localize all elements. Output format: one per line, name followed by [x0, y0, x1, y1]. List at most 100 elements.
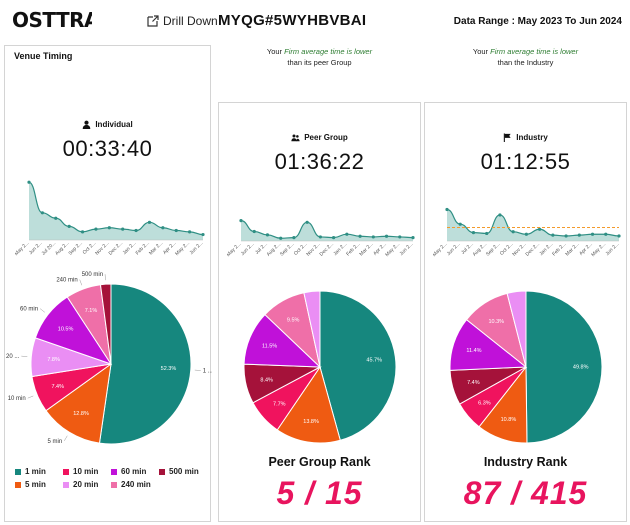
trend-point[interactable] — [94, 227, 98, 231]
legend-label: 5 min — [25, 480, 46, 489]
legend-item[interactable]: 500 min — [159, 467, 207, 476]
pie-slice-label: 49.8% — [573, 365, 589, 371]
trend-point[interactable] — [54, 216, 58, 220]
pie-slice-label: 7.4% — [467, 380, 480, 386]
trend-point[interactable] — [458, 222, 462, 226]
trend-point[interactable] — [411, 236, 415, 240]
legend-swatch — [63, 481, 69, 488]
trend-point[interactable] — [485, 231, 489, 236]
pie-slice-label: 8.4% — [260, 377, 273, 383]
trend-point[interactable] — [358, 234, 362, 238]
trend-point[interactable] — [305, 220, 309, 224]
peer-rank-value: 5 / 15 — [276, 475, 363, 511]
trend-point[interactable] — [292, 236, 296, 240]
venue-timing-panel: Venue Timing Individual 00:33:40 May 2..… — [4, 45, 212, 522]
trend-point[interactable] — [40, 211, 44, 215]
trend-point[interactable] — [511, 230, 515, 234]
trend-point[interactable] — [265, 233, 270, 237]
trend-point[interactable] — [174, 228, 178, 233]
trend-point[interactable] — [471, 231, 476, 235]
x-tick-label: Jun 2... — [240, 241, 256, 257]
trend-point[interactable] — [332, 236, 336, 240]
peer-group-label-text: Peer Group — [304, 133, 348, 142]
legend-swatch — [15, 468, 21, 475]
legend-swatch — [111, 481, 117, 488]
trend-point[interactable] — [551, 233, 555, 237]
individual-trend-chart: May 2...Jun 2...Jul 20...Aug 2...Sep 2..… — [15, 180, 205, 257]
trend-point[interactable] — [252, 229, 256, 234]
trend-point[interactable] — [345, 232, 349, 236]
legend-item[interactable]: 10 min — [63, 467, 111, 476]
pie-outer-label: 1 ... — [203, 368, 212, 374]
trend-point[interactable] — [524, 232, 528, 236]
trend-point[interactable] — [121, 227, 125, 231]
x-tick-label: May 2... — [590, 241, 607, 258]
trend-point[interactable] — [80, 230, 85, 234]
x-tick-label: Sep 2... — [68, 240, 84, 256]
entity-id: MYQG#5WYHBVBAI — [218, 12, 367, 29]
x-tick-label: Jun 2... — [189, 240, 205, 256]
trend-point[interactable] — [384, 234, 389, 238]
pie-slice-label: 7.7% — [273, 402, 286, 408]
pie-leader-line — [27, 395, 34, 399]
group-icon — [291, 134, 300, 142]
industry-time: 01:12:55 — [480, 149, 571, 174]
trend-point[interactable] — [239, 219, 243, 223]
individual-time: 00:33:40 — [62, 136, 153, 161]
individual-label: Individual — [5, 120, 210, 129]
pie-slice[interactable] — [525, 290, 603, 444]
pie-slice-label: 45.7% — [366, 358, 382, 364]
pie-slice-label: 6.3% — [478, 401, 491, 407]
x-tick-label: Mar 2... — [148, 240, 164, 256]
drill-down-button[interactable]: Drill Down — [147, 14, 218, 28]
x-tick-label: Mar 2... — [564, 241, 580, 257]
trend-point[interactable] — [161, 226, 165, 230]
trend-point[interactable] — [371, 235, 375, 239]
legend-item[interactable]: 1 min — [15, 467, 63, 476]
x-tick-label: Jun 2... — [605, 241, 621, 257]
trend-point[interactable] — [279, 236, 283, 240]
pie-slice[interactable] — [98, 283, 192, 445]
trend-point[interactable] — [67, 224, 71, 228]
trend-point[interactable] — [564, 234, 568, 238]
pie-slice-label: 7.8% — [47, 357, 60, 363]
industry-distribution-pie: 49.8% 10.8% 6.3% 7.4% 11.4% 10.3% — [449, 290, 603, 444]
trend-point[interactable] — [27, 180, 31, 184]
trend-point[interactable] — [604, 232, 608, 236]
legend-item[interactable]: 240 min — [111, 480, 159, 489]
pie-leader-line — [64, 435, 68, 442]
x-tick-label: May 2... — [174, 240, 191, 257]
legend-label: 20 min — [73, 480, 99, 489]
person-icon — [83, 120, 91, 129]
legend-swatch — [63, 468, 69, 475]
peer-note-line2: than its peer Group — [287, 58, 352, 67]
trend-point[interactable] — [445, 207, 449, 212]
pie-slice-label: 7.4% — [51, 384, 64, 390]
x-tick-label: Dec 2... — [108, 240, 124, 256]
x-tick-label: Dec 2... — [319, 241, 335, 257]
individual-label-text: Individual — [95, 120, 133, 129]
legend-item[interactable]: 20 min — [63, 480, 111, 489]
x-tick-label: May 2... — [384, 241, 401, 258]
legend-label: 60 min — [121, 467, 147, 476]
peer-trend-chart: May 2...Jun 2...Jul 2...Aug 2...Sep 2...… — [227, 219, 415, 258]
trend-point[interactable] — [498, 213, 502, 217]
trend-point[interactable] — [398, 235, 402, 239]
pie-slice-label: 10.5% — [58, 327, 74, 333]
trend-point[interactable] — [134, 228, 138, 233]
trend-point[interactable] — [188, 230, 192, 234]
pie-leader-line — [39, 308, 45, 313]
trend-point[interactable] — [617, 234, 621, 238]
trend-point[interactable] — [538, 227, 542, 231]
trend-point[interactable] — [577, 233, 581, 237]
trend-point[interactable] — [590, 232, 595, 236]
individual-distribution-pie: 52.3% 1 ... 12.8% 5 min 7.4% 10 min 7.8% 20 ...… — [6, 272, 212, 445]
legend-item[interactable]: 5 min — [15, 480, 63, 489]
trend-point[interactable] — [201, 232, 205, 237]
legend-item[interactable]: 60 min — [111, 467, 159, 476]
trend-point[interactable] — [147, 220, 152, 224]
industry-label: Industry — [425, 133, 626, 142]
trend-point[interactable] — [107, 226, 111, 230]
trend-point[interactable] — [318, 235, 322, 239]
legend-label: 10 min — [73, 467, 99, 476]
